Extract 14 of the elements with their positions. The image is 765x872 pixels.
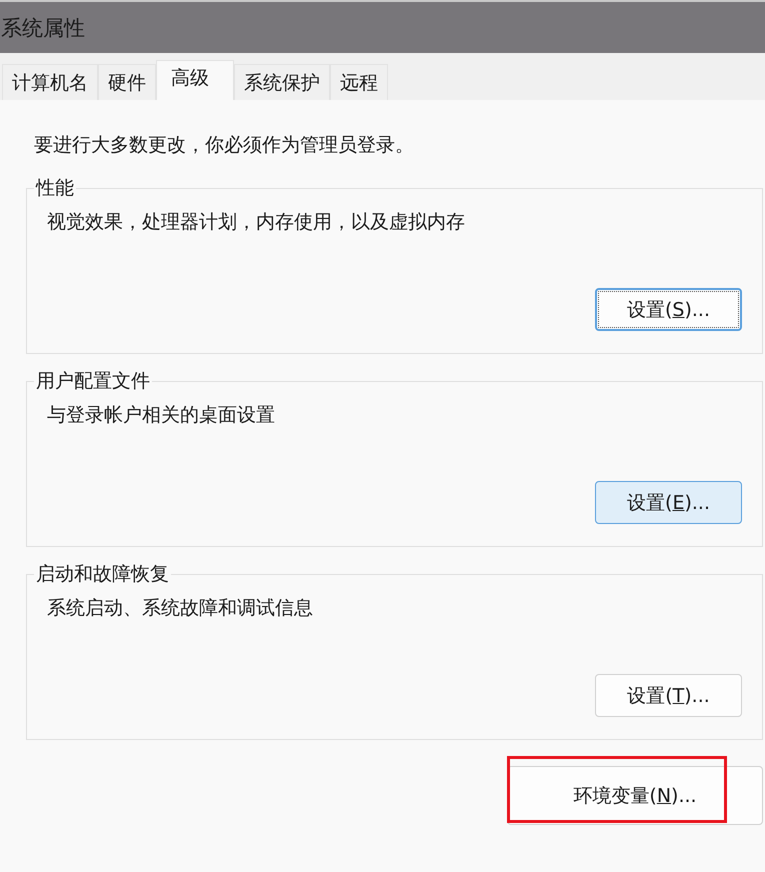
settings-button[interactable]: 设置(S)... [595,288,742,331]
group-description: 视觉效果，处理器计划，内存使用，以及虚拟内存 [47,210,466,235]
tab[interactable]: 远程 [330,64,388,100]
tab[interactable]: 硬件 [98,64,156,100]
window-title: 系统属性 [1,14,85,42]
tab[interactable]: 计算机名 [2,64,98,100]
settings-button[interactable]: 设置(E)... [595,481,742,524]
group-description: 系统启动、系统故障和调试信息 [47,596,314,621]
settings-button[interactable]: 设置(T)... [595,674,742,717]
tab[interactable]: 系统保护 [234,64,330,100]
tab[interactable]: 高级 [156,60,234,100]
admin-notice: 要进行大多数更改，你必须作为管理员登录。 [34,133,415,158]
environment-variables-button[interactable]: 环境变量(N)... [507,766,763,825]
group-description: 与登录帐户相关的桌面设置 [47,403,276,428]
